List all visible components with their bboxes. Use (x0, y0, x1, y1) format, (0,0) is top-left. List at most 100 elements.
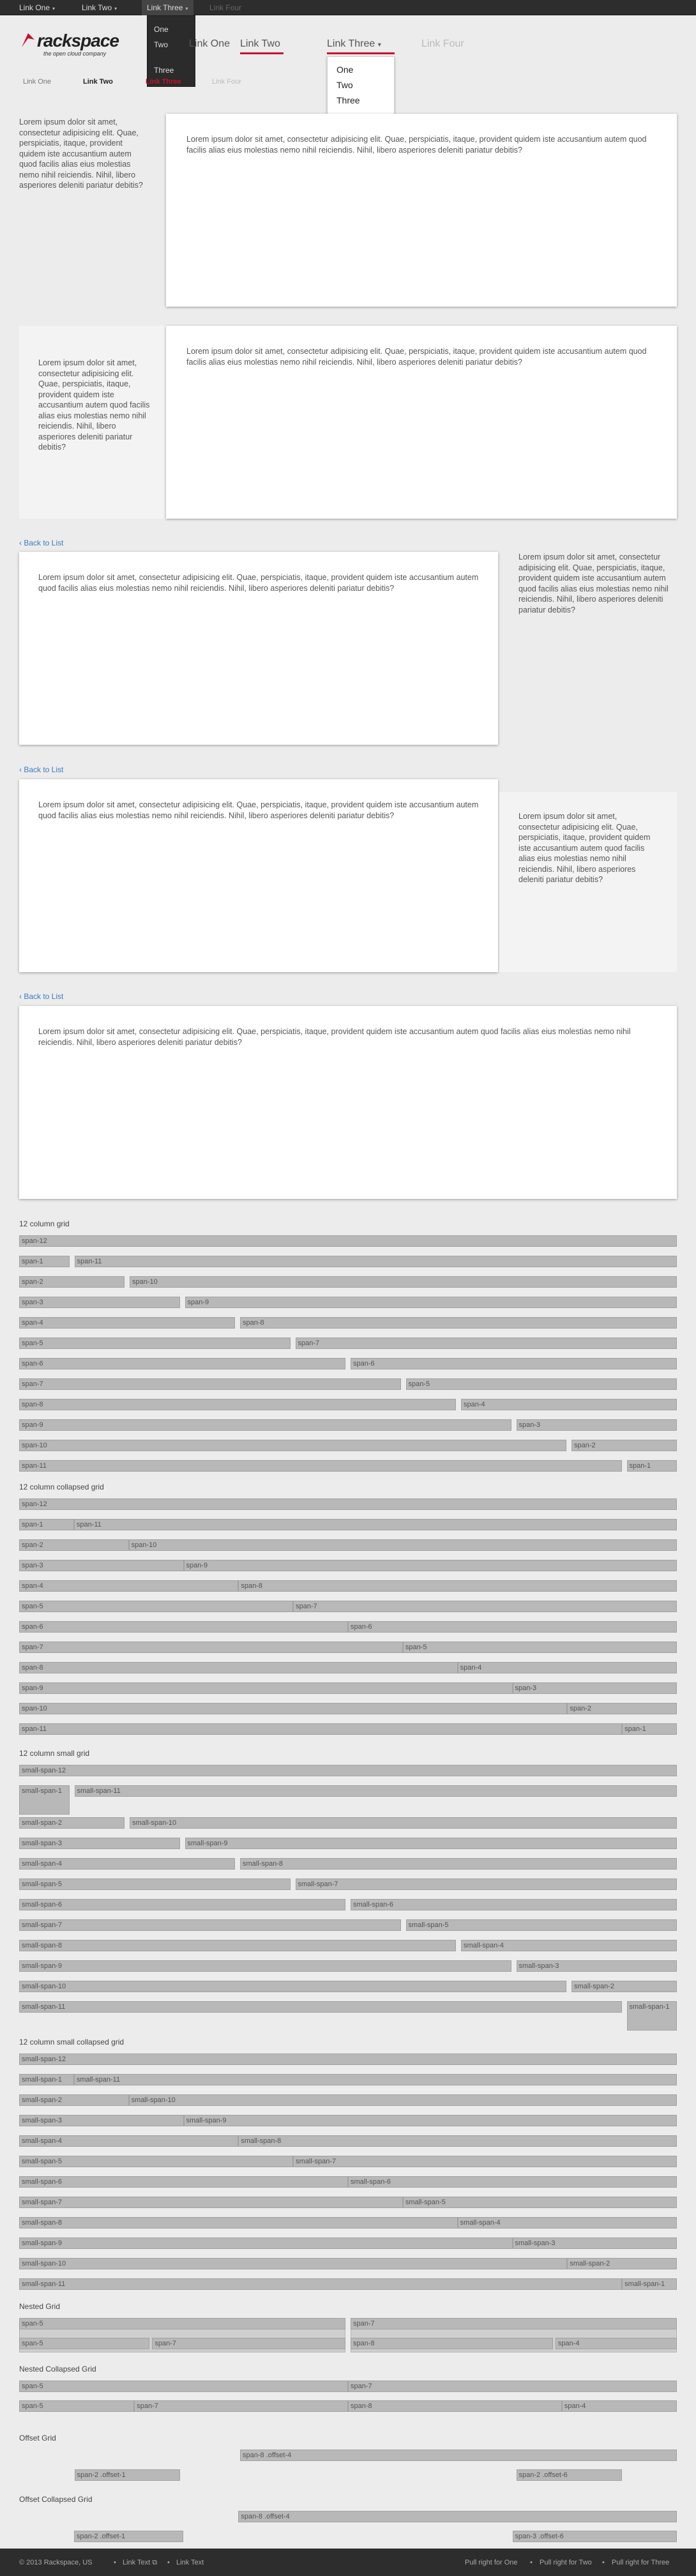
card-text: Lorem ipsum dolor sit amet, consectetur … (186, 135, 647, 155)
grid-cell: span-5 (19, 2381, 348, 2392)
grid-cell: small-span-12 (19, 2054, 677, 2065)
grid-cell: small-span-2 (571, 1981, 677, 1992)
grid-cell: span-6 (351, 1358, 677, 1369)
grid-cell: small-span-2 (567, 2258, 677, 2269)
subnav-link-four[interactable]: Link Four (212, 78, 241, 86)
grid-cell: span-2 (571, 1440, 677, 1451)
footer-link[interactable]: Link Text (176, 2559, 204, 2566)
grid-cell: span-5 (402, 1642, 677, 1653)
grid-cell: span-8 (19, 1399, 456, 1410)
back-to-list-link[interactable]: ‹ Back to List (19, 765, 63, 774)
grid-cell: small-span-5 (405, 1919, 677, 1931)
grid-cell: span-11 (73, 1519, 677, 1530)
subnav-link-one[interactable]: Link One (23, 78, 51, 86)
grid-cell: small-span-11 (74, 1785, 677, 1797)
nav-menu-item[interactable]: Three (337, 95, 360, 105)
footer-pull-right-one[interactable]: Pull right for One (465, 2559, 518, 2566)
sidebar-panel: Lorem ipsum dolor sit amet, consectetur … (19, 326, 167, 519)
grid-cell: span-3 (19, 1560, 184, 1571)
topbar-link-four[interactable]: Link Four (209, 0, 241, 15)
grid-cell: small-span-8 (19, 2217, 458, 2229)
sidebar-text: Lorem ipsum dolor sit amet, consectetur … (38, 358, 150, 452)
external-link-icon: ⧉ (152, 2559, 158, 2566)
nav-link-four[interactable]: Link Four (421, 38, 464, 50)
back-to-list-link[interactable]: ‹ Back to List (19, 992, 63, 1001)
topbar-menu-item[interactable]: One (154, 25, 169, 34)
grid-cell: span-11 (74, 1256, 677, 1267)
grid-cell: small-span-9 (19, 1960, 511, 1972)
chevron-down-icon: ▾ (377, 42, 381, 49)
nav-menu-item[interactable]: One (337, 65, 353, 75)
grid-section-title: 12 column grid (19, 1219, 70, 1228)
grid-cell: small-span-12 (19, 1765, 677, 1776)
chevron-down-icon: ▾ (114, 6, 117, 11)
grid-section-title: Nested Grid (19, 2302, 61, 2311)
grid-cell: span-4 (555, 2338, 677, 2349)
grid-cell: span-4 (19, 1317, 235, 1329)
grid-cell: span-8 (240, 1317, 677, 1329)
grid-cell: small-span-10 (130, 1817, 677, 1829)
content-card: Lorem ipsum dolor sit amet, consectetur … (19, 552, 498, 745)
grid-cell: small-span-4 (461, 1940, 677, 1951)
grid-cell: small-span-6 (19, 1899, 345, 1910)
grid-section-title: 12 column small collapsed grid (19, 2038, 125, 2046)
grid-cell: small-span-4 (457, 2217, 677, 2229)
grid-cell: small-span-5 (19, 2156, 294, 2167)
footer-pull-right-two[interactable]: Pull right for Two (540, 2559, 592, 2566)
sidebar-text: Lorem ipsum dolor sit amet, consectetur … (518, 812, 651, 884)
content-card: Lorem ipsum dolor sit amet, consectetur … (166, 326, 677, 519)
card-text: Lorem ipsum dolor sit amet, consectetur … (186, 347, 647, 367)
nav-menu-item[interactable]: Two (337, 80, 353, 90)
grid-cell: span-4 (457, 1662, 677, 1673)
grid-cell: span-8 (348, 2400, 562, 2412)
brand-tagline: the open cloud company (43, 50, 107, 57)
grid-cell: small-span-7 (19, 2197, 403, 2208)
grid-cell: small-span-2 (19, 1817, 125, 1829)
grid-cell: span-1 (622, 1723, 677, 1735)
nav-link-one[interactable]: Link One (189, 38, 230, 50)
grid-cell: small-span-10 (19, 2258, 568, 2269)
grid-cell: span-3 .offset-6 (512, 2531, 677, 2542)
nav-active-indicator (240, 52, 284, 54)
grid-cell: span-1 (19, 1519, 74, 1530)
topbar-link-three[interactable]: Link Three ▾ (142, 0, 193, 15)
grid-cell: small-span-7 (295, 1879, 677, 1890)
grid-cell: span-3 (516, 1419, 677, 1431)
chevron-down-icon: ▾ (185, 6, 188, 11)
grid-cell: small-span-11 (73, 2074, 677, 2085)
grid-cell: span-9 (19, 1682, 513, 1694)
grid-cell: span-1 (19, 1256, 70, 1267)
topbar-link-one[interactable]: Link One ▾ (19, 0, 55, 15)
grid-section-title: Nested Collapsed Grid (19, 2365, 96, 2374)
grid-cell: small-span-3 (516, 1960, 677, 1972)
grid-cell: small-span-6 (19, 2176, 348, 2188)
brand-logo[interactable]: rackspace the open cloud company (19, 29, 121, 61)
nav-link-three[interactable]: Link Three ▾ (327, 38, 381, 50)
top-utility-bar: Link One ▾ Link Two ▾ Link Three ▾ Link Fou… (0, 0, 696, 15)
footer-separator: • (530, 2559, 533, 2566)
content-card: Lorem ipsum dolor sit amet, consectetur … (19, 1006, 677, 1199)
topbar-menu-item[interactable]: Two (154, 40, 168, 49)
footer-copyright: © 2013 Rackspace, US (19, 2559, 93, 2566)
footer-link[interactable]: Link Text ⧉ (123, 2559, 157, 2567)
grid-cell: span-10 (128, 1539, 677, 1551)
topbar-link-two[interactable]: Link Two ▾ (82, 0, 117, 15)
subnav-link-two[interactable]: Link Two (83, 78, 113, 86)
topbar-dropdown-menu: One Two Three (147, 15, 195, 87)
footer-pull-right-three[interactable]: Pull right for Three (612, 2559, 669, 2566)
chevron-down-icon: ▾ (52, 6, 56, 11)
back-to-list-link[interactable]: ‹ Back to List (19, 538, 63, 547)
grid-cell: small-span-11 (19, 2278, 623, 2290)
grid-cell: small-span-1 (19, 2074, 74, 2085)
grid-cell: span-2 (567, 1703, 677, 1714)
grid-section-title: 12 column collapsed grid (19, 1482, 104, 1491)
topbar-menu-item[interactable]: Three (154, 66, 174, 75)
grid-cell: small-span-10 (19, 1981, 566, 1992)
grid-cell: small-span-3 (19, 1838, 180, 1849)
sidebar-text: Lorem ipsum dolor sit amet, consectetur … (19, 118, 143, 190)
grid-cell: span-6 (348, 1621, 677, 1633)
grid-cell: span-10 (19, 1703, 568, 1714)
grid-cell: span-3 (19, 1297, 180, 1308)
nav-link-two[interactable]: Link Two (240, 38, 280, 50)
subnav-link-three[interactable]: Link Three (146, 78, 181, 86)
